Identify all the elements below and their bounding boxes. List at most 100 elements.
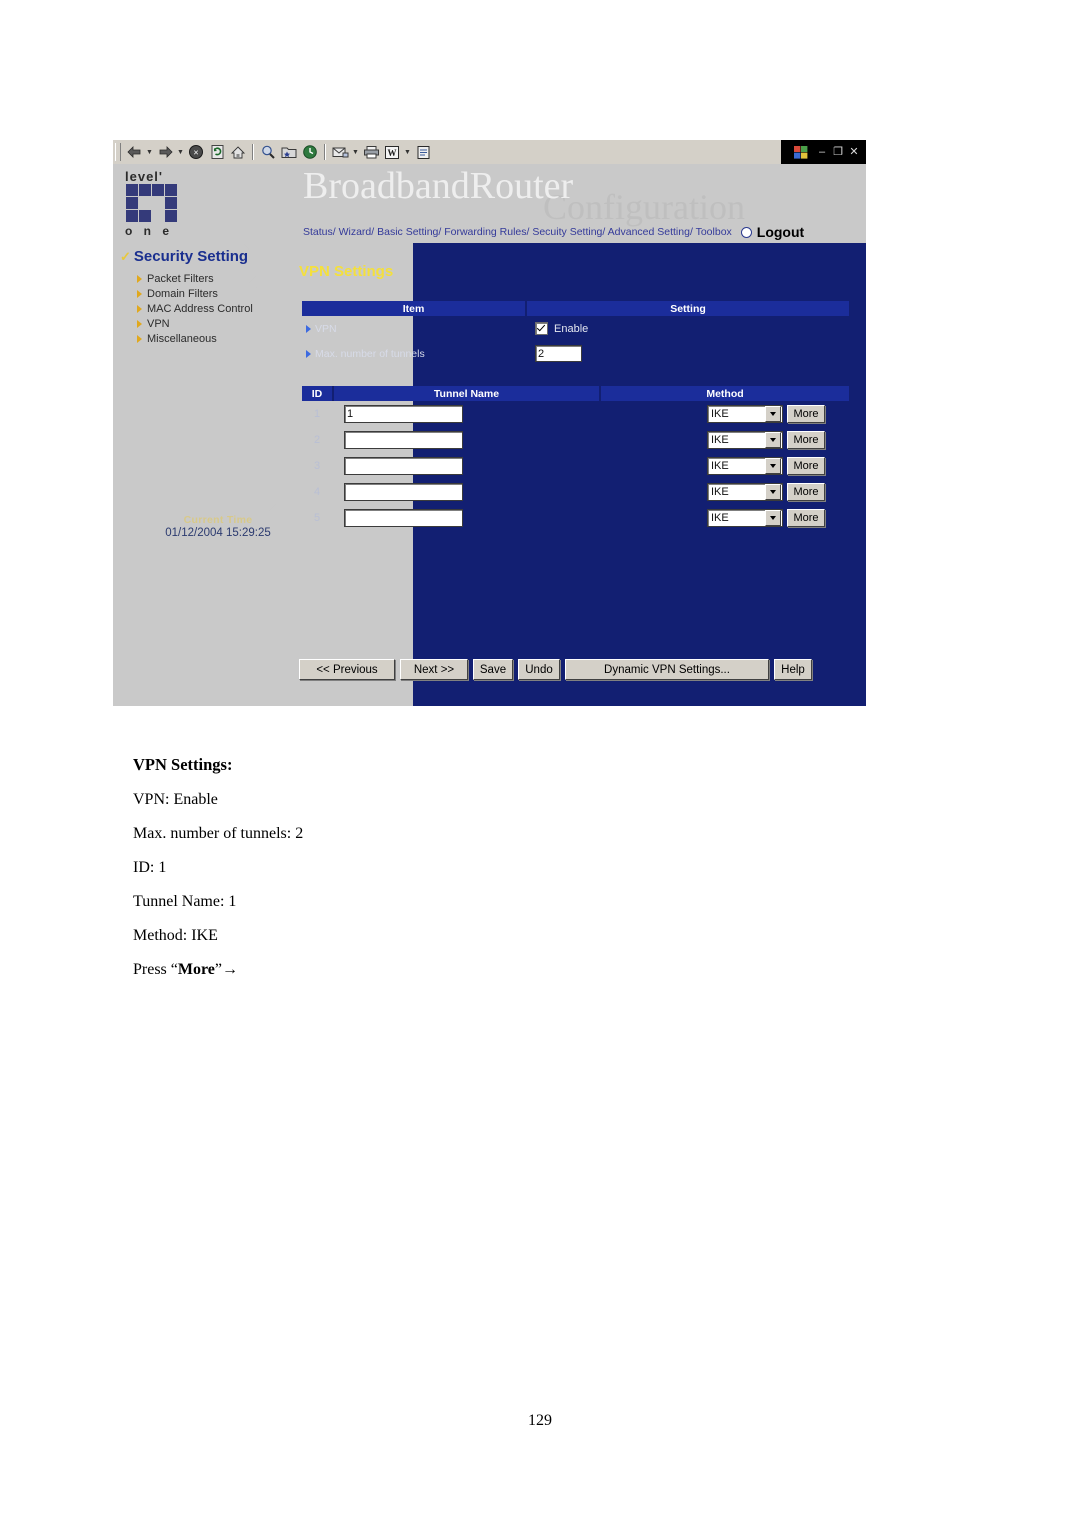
sidebar-item-label: Domain Filters: [147, 287, 218, 300]
more-button-3[interactable]: More: [787, 457, 825, 475]
more-button-1[interactable]: More: [787, 405, 825, 423]
edit-word-icon[interactable]: W: [382, 142, 402, 162]
print-icon[interactable]: [361, 142, 381, 162]
restore-button[interactable]: ❐: [831, 146, 845, 158]
forward-icon[interactable]: [155, 142, 175, 162]
history-icon[interactable]: [300, 142, 320, 162]
chevron-down-icon[interactable]: [765, 432, 781, 448]
bullet-triangle-icon: [137, 274, 142, 283]
chevron-down-icon[interactable]: [765, 510, 781, 526]
doc-line-vpn: VPN: Enable: [133, 791, 218, 808]
search-icon[interactable]: [258, 142, 278, 162]
vpn-enable-checkbox-group[interactable]: Enable: [535, 322, 588, 335]
back-dropdown-icon[interactable]: ▼: [145, 149, 154, 156]
mail-icon[interactable]: [330, 142, 350, 162]
method-select-3[interactable]: IKE: [707, 457, 783, 475]
row-label-max-tunnels: Max. number of tunnels: [302, 348, 529, 360]
sidebar-item-mac-address-control[interactable]: MAC Address Control: [137, 301, 253, 316]
tunnel-method-cell: IKE More: [609, 431, 849, 449]
tunnel-name-input-2[interactable]: [344, 431, 463, 449]
browser-screenshot: ▼ ▼ × ▼ W ▼ – ❐ ✕ level' o n e Configura…: [113, 140, 866, 706]
save-button[interactable]: Save: [473, 659, 513, 680]
close-button[interactable]: ✕: [847, 146, 861, 158]
logout-radio-icon[interactable]: [740, 226, 752, 238]
svg-text:×: ×: [193, 148, 198, 158]
levelone-logo: level' o n e: [125, 170, 201, 240]
more-button-2[interactable]: More: [787, 431, 825, 449]
favorites-icon[interactable]: [279, 142, 299, 162]
logout-button[interactable]: Logout: [757, 224, 804, 240]
action-buttons: << Previous Next >> Save Undo Dynamic VP…: [299, 659, 812, 680]
tunnel-name-input-3[interactable]: [344, 457, 463, 475]
browser-toolbar: ▼ ▼ × ▼ W ▼ – ❐ ✕: [113, 140, 866, 165]
bullet-triangle-icon: [137, 304, 142, 313]
minimize-button[interactable]: –: [815, 146, 829, 158]
check-icon: ✓: [120, 249, 131, 264]
discuss-icon[interactable]: [413, 142, 433, 162]
column-header-id: ID: [302, 386, 334, 401]
undo-button[interactable]: Undo: [518, 659, 560, 680]
sidebar-item-domain-filters[interactable]: Domain Filters: [137, 286, 253, 301]
top-nav: Status/ Wizard/ Basic Setting/ Forwardin…: [303, 224, 804, 240]
bullet-triangle-icon: [306, 324, 311, 333]
next-button[interactable]: Next >>: [400, 659, 468, 680]
method-select-4[interactable]: IKE: [707, 483, 783, 501]
doc-heading: VPN Settings:: [133, 755, 233, 774]
sidebar-menu: Packet Filters Domain Filters MAC Addres…: [137, 271, 253, 346]
chevron-down-icon[interactable]: [765, 484, 781, 500]
previous-button[interactable]: << Previous: [299, 659, 395, 680]
chevron-down-icon[interactable]: [765, 458, 781, 474]
mail-dropdown-icon[interactable]: ▼: [351, 149, 360, 156]
row-setting-vpn: Enable: [529, 322, 849, 335]
method-select-2[interactable]: IKE: [707, 431, 783, 449]
forward-dropdown-icon[interactable]: ▼: [176, 149, 185, 156]
tunnel-id: 4: [313, 486, 321, 498]
top-nav-links[interactable]: Status/ Wizard/ Basic Setting/ Forwardin…: [303, 226, 732, 238]
vpn-enable-label: Enable: [554, 322, 589, 335]
table-row: Max. number of tunnels: [302, 341, 849, 366]
chevron-down-icon[interactable]: [765, 406, 781, 422]
logo-bottom-text: o n e: [125, 224, 174, 238]
table-row: 5 IKE More: [302, 505, 849, 531]
vpn-enable-checkbox[interactable]: [535, 322, 548, 335]
dynamic-vpn-settings-button[interactable]: Dynamic VPN Settings...: [565, 659, 769, 680]
current-time: Current Time 01/12/2004 15:29:25: [143, 514, 293, 539]
sidebar-item-miscellaneous[interactable]: Miscellaneous: [137, 331, 253, 346]
help-button[interactable]: Help: [774, 659, 812, 680]
page-header: level' o n e Configuration BroadbandRout…: [113, 164, 866, 243]
max-tunnels-input[interactable]: [535, 345, 582, 362]
sidebar-item-vpn[interactable]: VPN: [137, 316, 253, 331]
doc-line-method: Method: IKE: [133, 927, 218, 944]
doc-press-more: Press “More”→: [133, 961, 833, 979]
document-text: VPN Settings: VPN: Enable Max. number of…: [133, 755, 833, 995]
refresh-icon[interactable]: [207, 142, 227, 162]
tunnel-method-cell: IKE More: [609, 509, 849, 527]
method-select-value: IKE: [711, 512, 729, 524]
method-select-5[interactable]: IKE: [707, 509, 783, 527]
tunnel-name-cell: [332, 405, 609, 423]
column-header-method: Method: [601, 386, 849, 401]
current-time-label: Current Time: [183, 514, 253, 526]
tunnel-name-input-5[interactable]: [344, 509, 463, 527]
sidebar-section-title: ✓ Security Setting: [120, 248, 248, 265]
more-button-4[interactable]: More: [787, 483, 825, 501]
bullet-triangle-icon: [137, 334, 142, 343]
tunnel-name-cell: [332, 431, 609, 449]
tunnel-method-cell: IKE More: [609, 457, 849, 475]
settings-table: Item Setting VPN Enable Max. number of t…: [302, 301, 849, 366]
sidebar-item-packet-filters[interactable]: Packet Filters: [137, 271, 253, 286]
settings-table-header: Item Setting: [302, 301, 849, 316]
more-button-5[interactable]: More: [787, 509, 825, 527]
stop-icon[interactable]: ×: [186, 142, 206, 162]
logo-top-text: level': [125, 169, 164, 184]
tunnel-name-input-1[interactable]: [344, 405, 463, 423]
method-select-1[interactable]: IKE: [707, 405, 783, 423]
table-row: 4 IKE More: [302, 479, 849, 505]
page-title: VPN Settings: [299, 263, 394, 280]
back-icon[interactable]: [124, 142, 144, 162]
home-icon[interactable]: [228, 142, 248, 162]
tunnel-name-cell: [332, 457, 609, 475]
tunnel-name-input-4[interactable]: [344, 483, 463, 501]
edit-dropdown-icon[interactable]: ▼: [403, 149, 412, 156]
tunnel-id: 2: [313, 434, 321, 446]
